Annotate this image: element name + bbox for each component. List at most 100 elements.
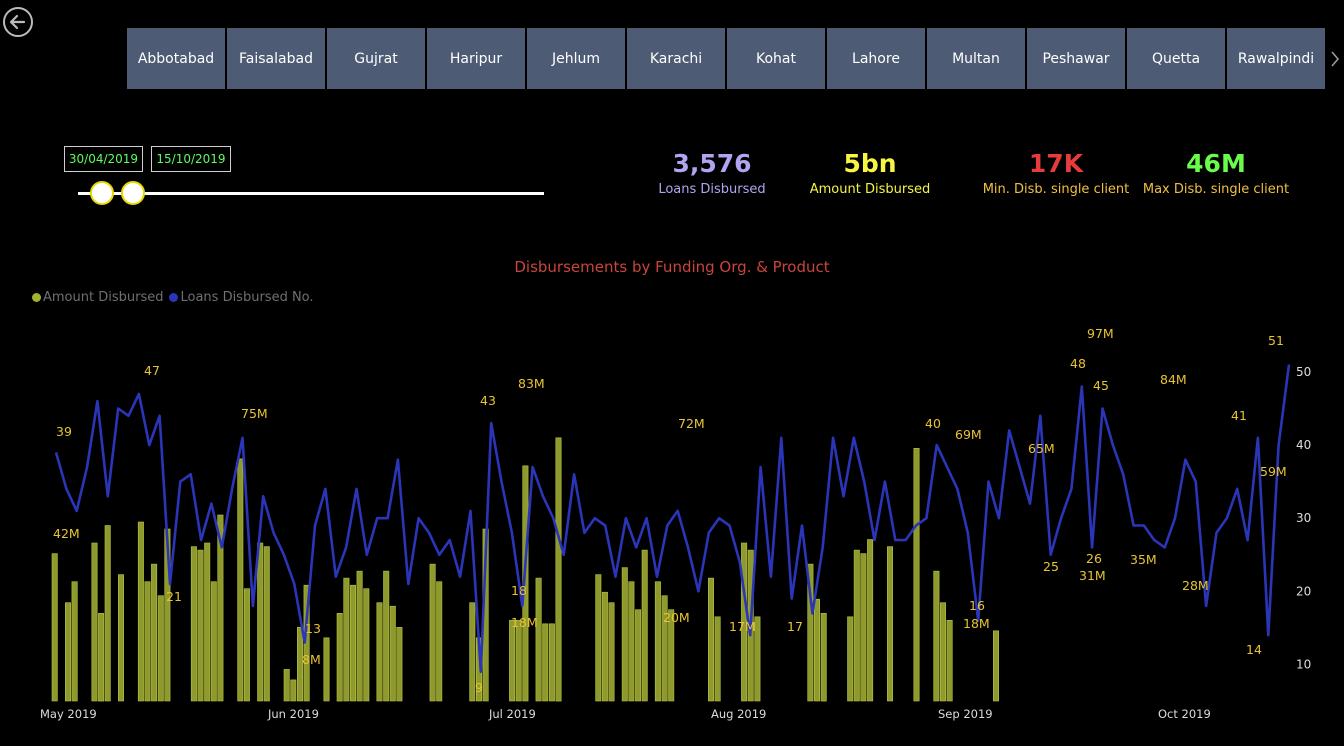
bar-amount xyxy=(243,588,250,702)
data-label-amount: 20M xyxy=(663,610,690,625)
kpi-label: Loans Disbursed xyxy=(658,182,766,197)
date-slider-end-handle[interactable] xyxy=(121,181,145,205)
tab-multan[interactable]: Multan xyxy=(927,28,1025,89)
data-label-loans: 40 xyxy=(925,416,941,431)
bar-amount xyxy=(151,563,158,702)
date-range-slider-track[interactable] xyxy=(78,192,544,195)
tab-karachi[interactable]: Karachi xyxy=(627,28,725,89)
bar-amount xyxy=(847,616,854,702)
date-slider-start-handle[interactable] xyxy=(90,181,114,205)
data-label-amount: 83M xyxy=(518,376,545,391)
bar-amount xyxy=(946,619,953,702)
start-date-input[interactable]: 30/04/2019 xyxy=(64,146,143,172)
bar-amount xyxy=(820,612,827,702)
bar-amount xyxy=(707,577,714,702)
bar-amount xyxy=(283,669,290,702)
data-label-amount: 31M xyxy=(1079,568,1106,583)
kpi-label: Min. Disb. single client xyxy=(982,182,1130,197)
bar-amount xyxy=(429,563,436,702)
bar-amount xyxy=(237,458,244,702)
city-tabs: Abbotabad Faisalabad Gujrat Haripur Jehlum Ka… xyxy=(127,28,1325,89)
bar-amount xyxy=(886,546,893,702)
tab-haripur[interactable]: Haripur xyxy=(427,28,525,89)
bar-amount xyxy=(714,616,721,702)
disbursement-chart: 10 20 30 40 50 May 2019 Jun 2019 Jul 2019 Aug 20… xyxy=(40,326,1311,721)
bar-amount xyxy=(210,581,217,702)
bar-amount xyxy=(349,584,356,702)
bar-amount xyxy=(51,553,58,702)
data-label-amount: 18M xyxy=(963,616,990,631)
tab-faisalabad[interactable]: Faisalabad xyxy=(227,28,325,89)
data-label-amount: 97M xyxy=(1087,326,1114,341)
end-date-input[interactable]: 15/10/2019 xyxy=(151,146,231,172)
bar-amount xyxy=(867,539,874,702)
x-tick-label: Oct 2019 xyxy=(1158,707,1211,721)
kpi-value: 17K xyxy=(1028,149,1084,178)
kpi-label: Max Disb. single client xyxy=(1142,182,1290,197)
data-label-loans: 14 xyxy=(1246,642,1262,657)
data-label-loans: 21 xyxy=(166,589,182,604)
kpi-card-3: 46M Max Disb. single client xyxy=(1136,148,1296,197)
bar-amount xyxy=(118,574,125,702)
data-label-loans: 41 xyxy=(1231,408,1247,423)
bar-amount xyxy=(933,570,940,702)
bar-amount xyxy=(65,602,72,702)
data-label-loans: 45 xyxy=(1093,378,1109,393)
bar-amount xyxy=(515,619,522,702)
bar-amount xyxy=(813,598,820,702)
data-label-loans: 13 xyxy=(305,621,321,636)
bar-amount xyxy=(555,437,562,702)
tab-abbotabad[interactable]: Abbotabad xyxy=(127,28,225,89)
data-label-loans: 18 xyxy=(511,583,527,598)
data-label-amount: 75M xyxy=(241,406,268,421)
bar-amount xyxy=(71,581,78,702)
data-label-amount: 17M xyxy=(729,619,756,634)
kpi-card-2: 17K Min. Disb. single client xyxy=(976,148,1136,197)
bar-amount xyxy=(389,605,396,702)
data-label-loans: 47 xyxy=(144,363,160,378)
bar-amount xyxy=(654,581,661,702)
bar-amount xyxy=(263,546,270,702)
bar-amount xyxy=(343,577,350,702)
kpi-value: 3,576 xyxy=(672,149,752,178)
kpi-label: Amount Disbursed xyxy=(809,182,931,197)
bar-amount xyxy=(204,542,211,702)
bar-amount xyxy=(144,581,151,702)
bar-amount xyxy=(137,521,144,702)
data-label-amount: 59M xyxy=(1260,464,1287,479)
x-tick-label: Jun 2019 xyxy=(267,707,319,721)
bar-amount xyxy=(641,549,648,702)
tab-kohat[interactable]: Kohat xyxy=(727,28,825,89)
tab-peshawar[interactable]: Peshawar xyxy=(1027,28,1125,89)
kpi-card-1: 5bn Amount Disbursed xyxy=(790,148,950,197)
bar-amount xyxy=(363,588,370,702)
tab-gujrat[interactable]: Gujrat xyxy=(327,28,425,89)
back-arrow-icon[interactable] xyxy=(2,6,34,38)
chevron-right-icon[interactable] xyxy=(1327,44,1343,74)
tab-quetta[interactable]: Quetta xyxy=(1127,28,1225,89)
data-label-amount: 18M xyxy=(511,615,538,630)
data-label-amount: 8M xyxy=(302,652,321,667)
y-right-tick-label: 40 xyxy=(1296,438,1311,452)
bar-amount xyxy=(323,637,330,702)
data-label-amount: 42M xyxy=(53,526,80,541)
bar-amount xyxy=(608,602,615,702)
y-right-tick-label: 50 xyxy=(1296,365,1311,379)
bar-amount xyxy=(548,623,555,702)
data-label-loans: 16 xyxy=(969,598,985,613)
bar-amount xyxy=(91,542,98,702)
data-label-amount: 28M xyxy=(1182,578,1209,593)
bar-amount xyxy=(939,602,946,702)
tab-jehlum[interactable]: Jehlum xyxy=(527,28,625,89)
bar-amount xyxy=(853,549,860,702)
tab-lahore[interactable]: Lahore xyxy=(827,28,925,89)
data-label-loans: 25 xyxy=(1043,559,1059,574)
bar-amount xyxy=(356,570,363,702)
bar-amount xyxy=(290,679,297,702)
bar-amount xyxy=(860,553,867,702)
kpi-card-0: 3,576 Loans Disbursed xyxy=(632,148,792,197)
x-tick-label: May 2019 xyxy=(40,707,97,721)
x-tick-label: Sep 2019 xyxy=(938,707,993,721)
tab-rawalpindi[interactable]: Rawalpindi xyxy=(1227,28,1325,89)
bar-amount xyxy=(376,602,383,702)
